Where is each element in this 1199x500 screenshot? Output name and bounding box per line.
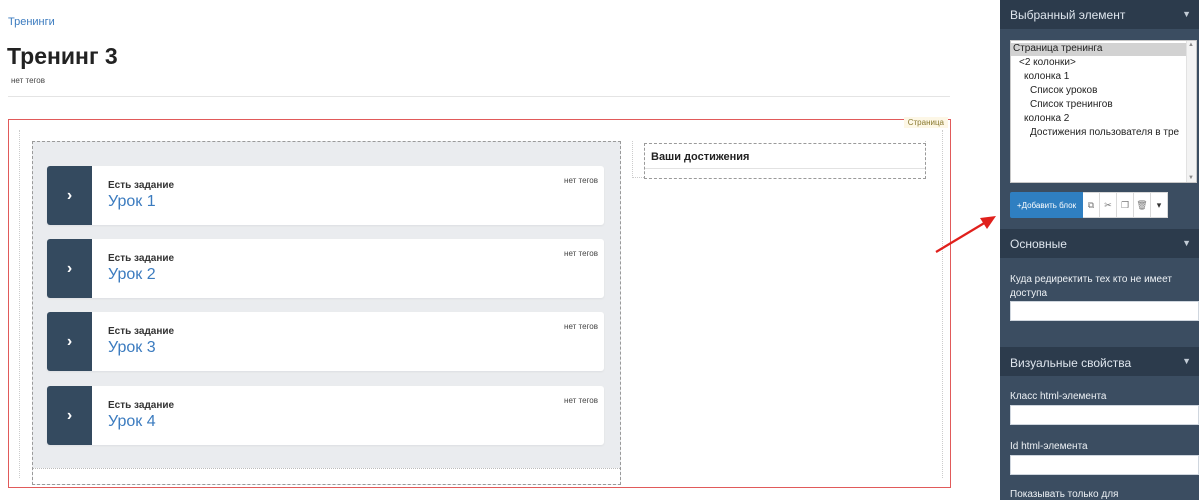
chevron-down-icon[interactable]: ▼ [1182,238,1191,248]
tree-item-training-page[interactable]: Страница тренинга [1011,43,1186,56]
lesson-card[interactable]: › Есть задание Урок 2 нет тегов [47,239,604,298]
block-toolbar: +Добавить блок ⧉ ✂ ❐ 🗑 ▾ [1010,192,1168,218]
lesson-tags: нет тегов [564,249,598,258]
lesson-task-label: Есть задание [108,400,175,411]
tree-item-training-list[interactable]: Список тренингов [1011,99,1113,112]
caret-down-icon[interactable]: ▾ [1151,192,1168,218]
page-canvas: Тренинги Тренинг 3 нет тегов Страница › … [0,0,1000,500]
lesson-task-label: Есть задание [108,253,175,264]
tree-item-user-achievements[interactable]: Достижения пользователя в тре [1011,127,1186,140]
breadcrumb-trainings[interactable]: Тренинги [8,16,55,28]
page-block-frame[interactable]: Страница › Есть задание Урок 1 нет тегов… [8,117,951,488]
lesson-title-link[interactable]: Урок 2 [108,266,156,284]
lesson-card[interactable]: › Есть задание Урок 1 нет тегов [47,166,604,225]
paste-icon[interactable]: ❐ [1117,192,1134,218]
lesson-title-link[interactable]: Урок 1 [108,193,156,211]
page-tags: нет тегов [11,76,45,85]
class-input[interactable] [1010,405,1199,425]
column-1-lesson-list[interactable]: › Есть задание Урок 1 нет тегов › Есть з… [32,141,621,485]
lesson-card[interactable]: › Есть задание Урок 3 нет тегов [47,312,604,371]
lesson-task-label: Есть задание [108,180,175,191]
column-2[interactable]: Ваши достижения [632,141,926,179]
selected-element-header[interactable]: Выбранный элемент ▼ [1000,0,1199,29]
lesson-tags: нет тегов [564,322,598,331]
tree-item-two-columns[interactable]: <2 колонки> [1011,57,1076,70]
tree-scrollbar[interactable]: ▲ ▼ [1186,41,1196,182]
class-label: Класс html-элемента [1010,391,1107,402]
achievements-block[interactable]: Ваши достижения [644,143,926,179]
tree-item-lesson-list[interactable]: Список уроков [1011,85,1097,98]
copy-icon[interactable]: ⧉ [1083,192,1100,218]
element-tree[interactable]: Страница тренинга <2 колонки> колонка 1 … [1010,40,1197,183]
chevron-down-icon[interactable]: ▼ [1182,9,1191,19]
tree-item-column-1[interactable]: колонка 1 [1011,71,1069,84]
chevron-right-icon[interactable]: › [47,239,92,298]
id-input[interactable] [1010,455,1199,475]
achievements-divider [645,168,925,169]
chevron-right-icon[interactable]: › [47,312,92,371]
page-title: Тренинг 3 [7,43,118,69]
redirect-input[interactable] [1010,301,1199,321]
id-label: Id html-элемента [1010,441,1088,452]
app-root: Тренинги Тренинг 3 нет тегов Страница › … [0,0,1199,500]
add-block-button[interactable]: +Добавить блок [1010,192,1083,218]
tree-item-column-2[interactable]: колонка 2 [1011,113,1069,126]
visual-section-title: Визуальные свойства [1010,356,1132,370]
main-section-title: Основные [1010,237,1067,251]
lesson-title-link[interactable]: Урок 4 [108,413,156,431]
red-arrow-icon [935,216,996,253]
lesson-tags: нет тегов [564,176,598,185]
trash-icon[interactable]: 🗑 [1134,192,1151,218]
trainings-list-block[interactable] [33,468,620,484]
lesson-title-link[interactable]: Урок 3 [108,339,156,357]
cut-icon[interactable]: ✂ [1100,192,1117,218]
lesson-tags: нет тегов [564,396,598,405]
main-section-header[interactable]: Основные ▼ [1000,229,1199,258]
page-block-label: Страница [903,117,948,128]
properties-sidebar: Выбранный элемент ▼ Страница тренинга <2… [1000,0,1199,500]
redirect-label: Куда редиректить тех кто не имеет доступ… [1010,274,1172,299]
chevron-down-icon[interactable]: ▼ [1182,356,1191,366]
lesson-task-label: Есть задание [108,326,175,337]
lesson-card[interactable]: › Есть задание Урок 4 нет тегов [47,386,604,445]
divider [8,96,950,97]
achievements-title: Ваши достижения [651,151,750,163]
chevron-right-icon[interactable]: › [47,166,92,225]
chevron-right-icon[interactable]: › [47,386,92,445]
scroll-down-icon[interactable]: ▼ [1188,175,1194,181]
scroll-up-icon[interactable]: ▲ [1188,42,1194,48]
selected-element-title: Выбранный элемент [1010,8,1126,22]
show-only-label: Показывать только для [1010,489,1119,500]
visual-section-header[interactable]: Визуальные свойства ▼ [1000,347,1199,376]
two-columns-block[interactable]: › Есть задание Урок 1 нет тегов › Есть з… [19,130,943,485]
